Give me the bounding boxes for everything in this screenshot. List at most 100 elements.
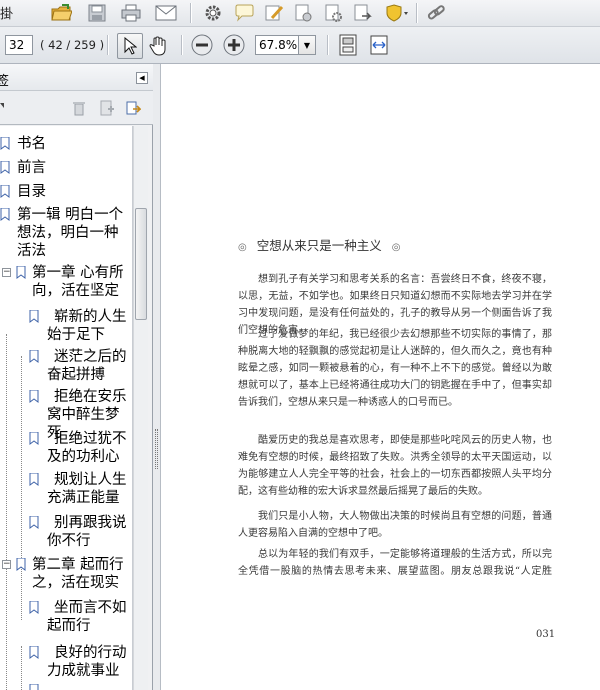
section-title-text: 空想从来只是一种主义	[256, 238, 382, 253]
toolbar-label-fragment: 掛	[0, 7, 14, 22]
ornament-icon: ◎	[391, 242, 401, 253]
plus-circle-icon	[223, 34, 245, 56]
page-setup-button[interactable]	[321, 2, 345, 24]
expand-bookmark-button[interactable]	[121, 97, 145, 119]
collapse-toggle[interactable]: −	[2, 268, 11, 277]
tree-guide-line	[21, 646, 22, 690]
scrollbar-thumb[interactable]	[135, 208, 147, 320]
bookmark-item[interactable]: 第二章 起而行之，活在现实	[32, 556, 128, 592]
fit-page-button[interactable]	[336, 34, 360, 56]
collapse-toggle[interactable]: −	[2, 560, 11, 569]
select-tool-button[interactable]	[117, 33, 143, 59]
export-button[interactable]	[351, 2, 375, 24]
save-button[interactable]	[85, 2, 109, 24]
toolbar-separator	[181, 35, 182, 55]
tree-guide-line	[6, 334, 7, 690]
email-button[interactable]	[154, 2, 178, 24]
panel-splitter[interactable]	[153, 64, 161, 690]
bookmark-item[interactable]: 坐而言不如起而行	[47, 599, 131, 635]
speech-bubble-icon	[235, 4, 254, 22]
bookmark-item[interactable]: 第一章 心有所向，活在坚定	[32, 264, 128, 300]
bookmark-icon	[29, 390, 39, 403]
pen-sign-icon	[265, 5, 284, 21]
main-toolbar: 掛	[0, 0, 600, 27]
tree-guide-line	[21, 356, 22, 620]
bookmark-icon	[29, 350, 39, 363]
document-page: ◎ 空想从来只是一种主义 ◎ 想到孔子有关学习和思考关系的名言：吾尝终日不食，终…	[162, 64, 600, 690]
bookmark-icon	[29, 432, 39, 445]
floppy-disk-icon	[88, 4, 106, 22]
bookmark-icon	[29, 516, 39, 529]
bookmark-item[interactable]: 目录	[17, 183, 46, 201]
body-paragraph: 酷爱历史的我总是喜欢思考，即使是那些叱咤风云的历史人物，也难免有空想的时候，最终…	[238, 435, 552, 497]
cursor-arrow-icon	[124, 37, 137, 55]
bookmark-icon	[16, 558, 26, 571]
ornament-icon: ◎	[238, 242, 247, 253]
link-button[interactable]	[424, 2, 448, 24]
page-arrow-icon	[354, 4, 372, 21]
toolbar-separator	[416, 3, 417, 23]
toolbar-separator	[107, 35, 108, 55]
bookmark-item[interactable]: 良好的行动力成就事业	[47, 644, 131, 680]
delete-bookmark-button[interactable]	[67, 97, 91, 119]
bookmark-item[interactable]: 迷茫之后的奋起拼搏	[47, 348, 131, 384]
page-remove-icon	[295, 4, 312, 22]
minus-circle-icon	[191, 34, 213, 56]
settings-button[interactable]	[201, 2, 225, 24]
comment-button[interactable]	[232, 2, 256, 24]
zoom-out-button[interactable]	[190, 34, 214, 56]
bookmark-scrollbar[interactable]	[133, 126, 148, 690]
chevron-left-icon: ◀	[139, 74, 145, 82]
bookmark-icon	[0, 208, 10, 221]
splitter-grip[interactable]	[155, 429, 158, 469]
trash-icon	[73, 102, 85, 116]
delete-page-button[interactable]	[291, 2, 315, 24]
panel-title: 签	[0, 74, 10, 89]
page-number-input[interactable]	[5, 35, 33, 55]
chevron-down-icon: ▼	[303, 40, 311, 50]
bookmark-icon	[16, 266, 26, 279]
bookmark-item[interactable]: 第一辑 明白一个想法，明白一种活法	[17, 206, 129, 260]
bookmark-item[interactable]: 崭新的人生始于足下	[47, 308, 131, 344]
collapse-panel-button[interactable]: ◀	[136, 72, 148, 84]
bookmark-icon	[29, 646, 39, 659]
bookmarks-panel: 签 ◀ 书名 前言 目录 第一辑 明白一个想法，明白一种活法 − 第一章 心有所…	[0, 64, 153, 690]
sign-button[interactable]	[262, 2, 286, 24]
bookmark-item[interactable]: 别再跟我说你不行	[47, 514, 131, 550]
fit-page-icon	[339, 34, 357, 56]
bookmark-item[interactable]: 书名	[17, 135, 46, 153]
fit-width-icon	[370, 35, 388, 55]
new-bookmark-button[interactable]	[95, 97, 119, 119]
body-paragraph: 总以为年轻的我们有双手，一定能够将道理般的生活方式，所以完全凭借一股脑的热情去思…	[238, 549, 552, 577]
bookmark-item[interactable]: 规划让人生充满正能量	[47, 471, 131, 507]
security-button[interactable]	[386, 2, 410, 24]
gear-icon	[205, 5, 221, 21]
bookmark-icon	[0, 137, 10, 150]
panel-header: 签 ◀	[0, 64, 153, 91]
hand-tool-button[interactable]	[146, 35, 170, 57]
bookmark-item[interactable]: 前言	[17, 159, 46, 177]
toolbar-separator	[190, 3, 191, 23]
open-folder-button[interactable]	[49, 2, 73, 24]
section-title: ◎ 空想从来只是一种主义 ◎	[238, 235, 400, 254]
zoom-dropdown-button[interactable]: ▼	[299, 35, 316, 55]
printer-icon	[121, 4, 141, 22]
bookmark-icon	[29, 601, 39, 614]
hand-icon	[149, 36, 166, 56]
navigation-toolbar: ( 42 / 259 ) ▼	[0, 27, 600, 64]
bookmark-expand-icon	[126, 101, 141, 115]
folder-icon	[51, 4, 72, 21]
bookmark-icon	[0, 161, 10, 174]
zoom-in-button[interactable]	[222, 34, 246, 56]
page-gear-icon	[325, 4, 342, 22]
print-button[interactable]	[119, 2, 143, 24]
options-dropdown-icon[interactable]	[0, 103, 4, 108]
bookmark-item[interactable]: 拒绝过犹不及的功利心	[47, 430, 131, 466]
bookmark-icon	[29, 684, 39, 690]
zoom-level-input[interactable]	[255, 35, 299, 55]
toolbar-separator	[327, 35, 328, 55]
bookmark-icon	[29, 473, 39, 486]
page-count-label: ( 42 / 259 )	[40, 38, 105, 52]
body-paragraph: 过了爱做梦的年纪，我已经很少去幻想那些不切实际的事情了，那种脱离大地的轻飘飘的感…	[238, 329, 552, 408]
fit-width-button[interactable]	[367, 34, 391, 56]
